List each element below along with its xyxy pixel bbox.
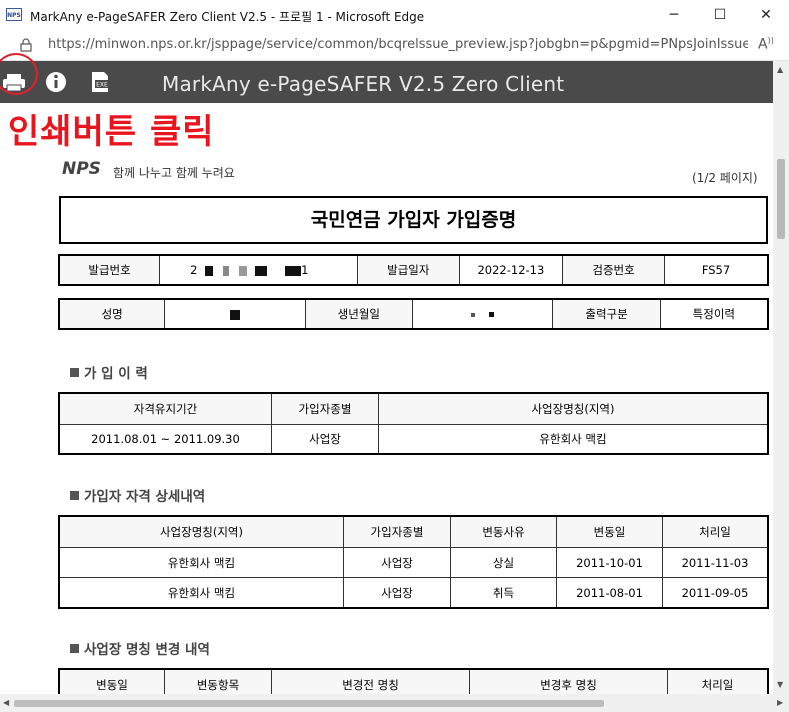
read-aloud-icon[interactable]: A)) [758, 36, 774, 53]
col-change-date: 변동일 [556, 516, 663, 548]
verify-no-value: FS57 [664, 255, 768, 285]
issue-date-label: 발급일자 [356, 255, 460, 285]
page-indicator: (1/2 페이지) [692, 171, 758, 185]
issue-no-label: 발급번호 [58, 255, 161, 285]
col-after-name: 변경후 명칭 [469, 669, 668, 694]
viewer-title: MarkAny e-PageSAFER V2.5 Zero Client [162, 72, 565, 96]
scroll-down-icon[interactable]: ▼ [777, 680, 783, 689]
issue-date-value: 2022-12-13 [458, 255, 564, 285]
horizontal-scroll-thumb[interactable] [14, 700, 604, 707]
col-change-date: 변동일 [59, 669, 165, 694]
issue-info-table: 발급번호 2 1 발급일자 2022-12-13 검증번호 FS57 [58, 254, 769, 286]
nps-logo: NPS [62, 159, 101, 179]
birth-value [411, 299, 554, 329]
certificate-title: 국민연금 가입자 가입증명 [59, 196, 768, 244]
name-value [164, 299, 306, 329]
exe-icon[interactable]: EXE [86, 69, 114, 95]
name-label: 성명 [58, 299, 166, 329]
col-process-date: 처리일 [667, 669, 768, 694]
col-process-date: 처리일 [662, 516, 768, 548]
app-icon: NPS [6, 8, 22, 21]
col-member-type: 가입자종별 [343, 516, 451, 548]
lock-icon[interactable] [20, 38, 32, 52]
person-info-table: 성명 생년월일 출력구분 특정이력 [58, 298, 769, 330]
verify-no-label: 검증번호 [562, 255, 666, 285]
maximize-button[interactable]: ☐ [697, 0, 743, 31]
table-row: 유한회사 맥킴 사업장 취득 2011-08-01 2011-09-05 [59, 577, 768, 608]
close-button[interactable]: ✕ [743, 0, 789, 31]
col-workplace-name: 사업장명칭(지역) [59, 516, 344, 548]
issue-no-value: 2 1 [159, 255, 358, 285]
section-join-history: 가 입 이 력 [70, 362, 148, 382]
slogan: 함께 나누고 함께 누려요 [113, 166, 235, 180]
qualification-detail-table: 사업장명칭(지역) 가입자종별 변동사유 변동일 처리일 유한회사 맥킴 사업장… [58, 515, 769, 609]
url-field[interactable]: https://minwon.nps.or.kr/jsppage/service… [48, 37, 748, 52]
horizontal-scrollbar[interactable]: ◀ ▶ [0, 694, 789, 712]
table-row: 유한회사 맥킴 사업장 상실 2011-10-01 2011-11-03 [59, 547, 768, 578]
vertical-scroll-thumb[interactable] [777, 159, 785, 239]
scroll-right-icon[interactable]: ▶ [777, 698, 783, 707]
instruction-annotation: 인쇄버튼 클릭 [8, 112, 215, 152]
section-qualification-detail: 가입자 자격 상세내역 [70, 485, 205, 505]
svg-text:EXE: EXE [96, 82, 108, 89]
vertical-scrollbar[interactable]: ▲ ▼ [773, 61, 789, 694]
name-change-table: 변동일 변동항목 변경전 명칭 변경후 명칭 처리일 [58, 668, 769, 694]
scroll-up-icon[interactable]: ▲ [777, 65, 783, 74]
output-type-label: 출력구분 [552, 299, 661, 329]
col-change-reason: 변동사유 [450, 516, 557, 548]
join-history-table: 자격유지기간 가입자종별 사업장명칭(지역) 2011.08.01 ~ 2011… [58, 392, 769, 455]
col-workplace-name: 사업장명칭(지역) [378, 393, 768, 425]
col-qualification-period: 자격유지기간 [59, 393, 272, 425]
table-row: 2011.08.01 ~ 2011.09.30 사업장 유한회사 맥킴 [59, 424, 768, 454]
col-member-type: 가입자종별 [271, 393, 379, 425]
birth-label: 생년월일 [304, 299, 413, 329]
info-icon[interactable] [42, 69, 70, 95]
col-change-item: 변동항목 [164, 669, 272, 694]
scroll-left-icon[interactable]: ◀ [3, 698, 9, 707]
document-viewer: NPS 함께 나누고 함께 누려요 (1/2 페이지) 국민연금 가입자 가입증… [0, 103, 773, 694]
output-type-value: 특정이력 [659, 299, 769, 329]
section-workplace-name-change: 사업장 명칭 변경 내역 [70, 638, 210, 658]
col-before-name: 변경전 명칭 [271, 669, 470, 694]
minimize-button[interactable]: ─ [651, 0, 697, 31]
window-titlebar: NPS MarkAny e-PageSAFER Zero Client V2.5… [0, 0, 789, 31]
viewer-toolbar: EXE MarkAny e-PageSAFER V2.5 Zero Client [0, 61, 773, 103]
window-title: MarkAny e-PageSAFER Zero Client V2.5 - 프… [30, 10, 425, 24]
